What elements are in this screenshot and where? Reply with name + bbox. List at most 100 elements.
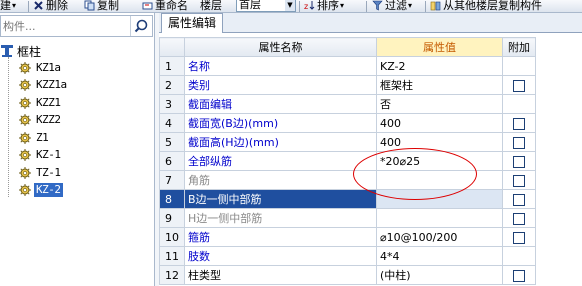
property-value[interactable]: *20⌀25 bbox=[376, 151, 503, 171]
property-row[interactable]: 4 截面宽(B边)(mm) 400 bbox=[159, 113, 536, 133]
copy-from-floor-button[interactable]: 从其他楼层复制构件 bbox=[430, 0, 542, 12]
tree-item[interactable]: KZ-1 bbox=[19, 147, 63, 164]
attach-cell bbox=[502, 132, 536, 152]
property-row[interactable]: 8 B边一侧中部筋 bbox=[159, 189, 536, 209]
row-number: 11 bbox=[159, 246, 185, 266]
sort-button[interactable]: z 排序 ▾ bbox=[304, 0, 344, 12]
property-value[interactable]: 400 bbox=[376, 113, 503, 133]
toolbar-separator bbox=[28, 1, 29, 12]
property-name[interactable]: 名称 bbox=[184, 56, 377, 76]
attach-cell bbox=[502, 56, 536, 76]
property-name[interactable]: 截面编辑 bbox=[184, 94, 377, 114]
property-value[interactable] bbox=[376, 208, 503, 228]
property-row[interactable]: 2 类别 框架柱 bbox=[159, 75, 536, 95]
attach-checkbox[interactable] bbox=[513, 193, 525, 206]
property-name[interactable]: B边一侧中部筋 bbox=[184, 189, 377, 209]
attach-checkbox[interactable] bbox=[513, 136, 525, 149]
property-row[interactable]: 1 名称 KZ-2 bbox=[159, 56, 536, 76]
gear-icon bbox=[19, 166, 31, 179]
sort-icon: z bbox=[304, 0, 315, 11]
attach-cell bbox=[502, 170, 536, 190]
property-row[interactable]: 6 全部纵筋 *20⌀25 bbox=[159, 151, 536, 171]
floor-select[interactable]: 首层 ▼ bbox=[236, 0, 296, 12]
filter-button[interactable]: 过滤 ▾ bbox=[372, 0, 412, 12]
property-name[interactable]: 肢数 bbox=[184, 246, 377, 266]
property-row[interactable]: 7 角筋 bbox=[159, 170, 536, 190]
property-name[interactable]: H边一侧中部筋 bbox=[184, 208, 377, 228]
toolbar-separator bbox=[366, 1, 367, 12]
rename-label: 重命名 bbox=[155, 0, 188, 12]
property-value[interactable] bbox=[376, 189, 503, 209]
property-name[interactable]: 柱类型 bbox=[184, 265, 377, 285]
tree-item[interactable]: KZZ1a bbox=[19, 77, 69, 94]
property-row[interactable]: 12 柱类型 (中柱) bbox=[159, 265, 536, 285]
tree-item[interactable]: KZ1a bbox=[19, 59, 63, 76]
row-number: 12 bbox=[159, 265, 185, 285]
attach-checkbox[interactable] bbox=[513, 212, 525, 225]
row-number: 9 bbox=[159, 208, 185, 228]
property-row[interactable]: 3 截面编辑否 bbox=[159, 94, 536, 114]
new-button[interactable]: 建 ▾ bbox=[0, 0, 16, 12]
tree-item[interactable]: KZZ2 bbox=[19, 112, 63, 129]
attach-cell bbox=[502, 151, 536, 171]
attach-checkbox[interactable] bbox=[513, 269, 525, 282]
attach-checkbox[interactable] bbox=[513, 231, 525, 244]
delete-icon bbox=[34, 0, 43, 10]
property-name-header[interactable]: 属性名称 bbox=[184, 37, 377, 57]
property-name[interactable]: 类别 bbox=[184, 75, 377, 95]
copy-icon bbox=[84, 0, 95, 10]
tree-item[interactable]: TZ-1 bbox=[19, 164, 63, 181]
property-value[interactable]: KZ-2 bbox=[376, 56, 503, 76]
component-tree-panel: 框柱 KZ1a KZZ1a KZZ1 KZZ2 Z1 KZ-1 TZ-1 KZ-2 bbox=[0, 13, 155, 286]
property-row[interactable]: 5 截面高(H边)(mm) 400 bbox=[159, 132, 536, 152]
toolbar: 建 ▾ 删除 复制 重命名 楼层 首层 ▼ z 排序 ▾ 过滤 ▾ 从其他楼层复… bbox=[0, 0, 582, 13]
tree-root-column[interactable]: 框柱 bbox=[0, 43, 41, 59]
tab-property-edit[interactable]: 属性编辑 bbox=[161, 13, 224, 33]
property-grid: 属性名称 属性值 附加 1 名称 KZ-2 2 类别 框架柱 3 截面编辑否 4 截面宽(B边)(… bbox=[159, 37, 536, 285]
search-button[interactable] bbox=[130, 16, 152, 36]
property-value[interactable]: ⌀10@100/200 bbox=[376, 227, 503, 247]
property-name[interactable]: 角筋 bbox=[184, 170, 377, 190]
property-value[interactable]: 4*4 bbox=[376, 246, 503, 266]
attach-cell bbox=[502, 208, 536, 228]
tree-item[interactable]: Z1 bbox=[19, 129, 50, 146]
attach-checkbox[interactable] bbox=[513, 117, 525, 130]
sort-label: 排序 bbox=[317, 0, 339, 12]
property-value-header[interactable]: 属性值 bbox=[376, 37, 503, 57]
delete-button[interactable]: 删除 bbox=[33, 0, 68, 12]
row-number-header bbox=[159, 37, 185, 57]
gear-icon bbox=[19, 61, 31, 74]
property-value[interactable]: 400 bbox=[376, 132, 503, 152]
tab-strip: 属性编辑 bbox=[159, 13, 582, 33]
attach-checkbox[interactable] bbox=[513, 155, 525, 168]
copy-button[interactable]: 复制 bbox=[84, 0, 119, 12]
attach-checkbox[interactable] bbox=[513, 174, 525, 187]
attach-cell bbox=[502, 113, 536, 133]
attach-cell bbox=[502, 227, 536, 247]
row-number: 7 bbox=[159, 170, 185, 190]
new-label: 建 bbox=[0, 0, 11, 12]
search-input[interactable] bbox=[1, 16, 129, 36]
rename-button[interactable]: 重命名 bbox=[142, 0, 188, 12]
property-value[interactable]: 否 bbox=[376, 94, 503, 114]
attach-checkbox[interactable] bbox=[513, 79, 525, 92]
property-name[interactable]: 截面高(H边)(mm) bbox=[184, 132, 377, 152]
property-value[interactable]: 框架柱 bbox=[376, 75, 503, 95]
floor-label: 楼层 bbox=[200, 0, 222, 12]
property-value[interactable]: (中柱) bbox=[376, 265, 503, 285]
property-name[interactable]: 全部纵筋 bbox=[184, 151, 377, 171]
property-row[interactable]: 10 箍筋 ⌀10@100/200 bbox=[159, 227, 536, 247]
gear-icon bbox=[19, 131, 31, 144]
property-row[interactable]: 9 H边一侧中部筋 bbox=[159, 208, 536, 228]
tree-item-label: TZ-1 bbox=[36, 165, 61, 179]
property-row[interactable]: 11 肢数 4*4 bbox=[159, 246, 536, 266]
column-category-icon bbox=[1, 45, 13, 57]
property-name[interactable]: 截面宽(B边)(mm) bbox=[184, 113, 377, 133]
toolbar-separator bbox=[425, 1, 426, 12]
search-icon bbox=[134, 19, 148, 33]
tree-item[interactable]: KZ-2 bbox=[19, 182, 63, 199]
property-name[interactable]: 箍筋 bbox=[184, 227, 377, 247]
attach-header[interactable]: 附加 bbox=[502, 37, 536, 57]
property-value[interactable] bbox=[376, 170, 503, 190]
tree-item[interactable]: KZZ1 bbox=[19, 94, 63, 111]
